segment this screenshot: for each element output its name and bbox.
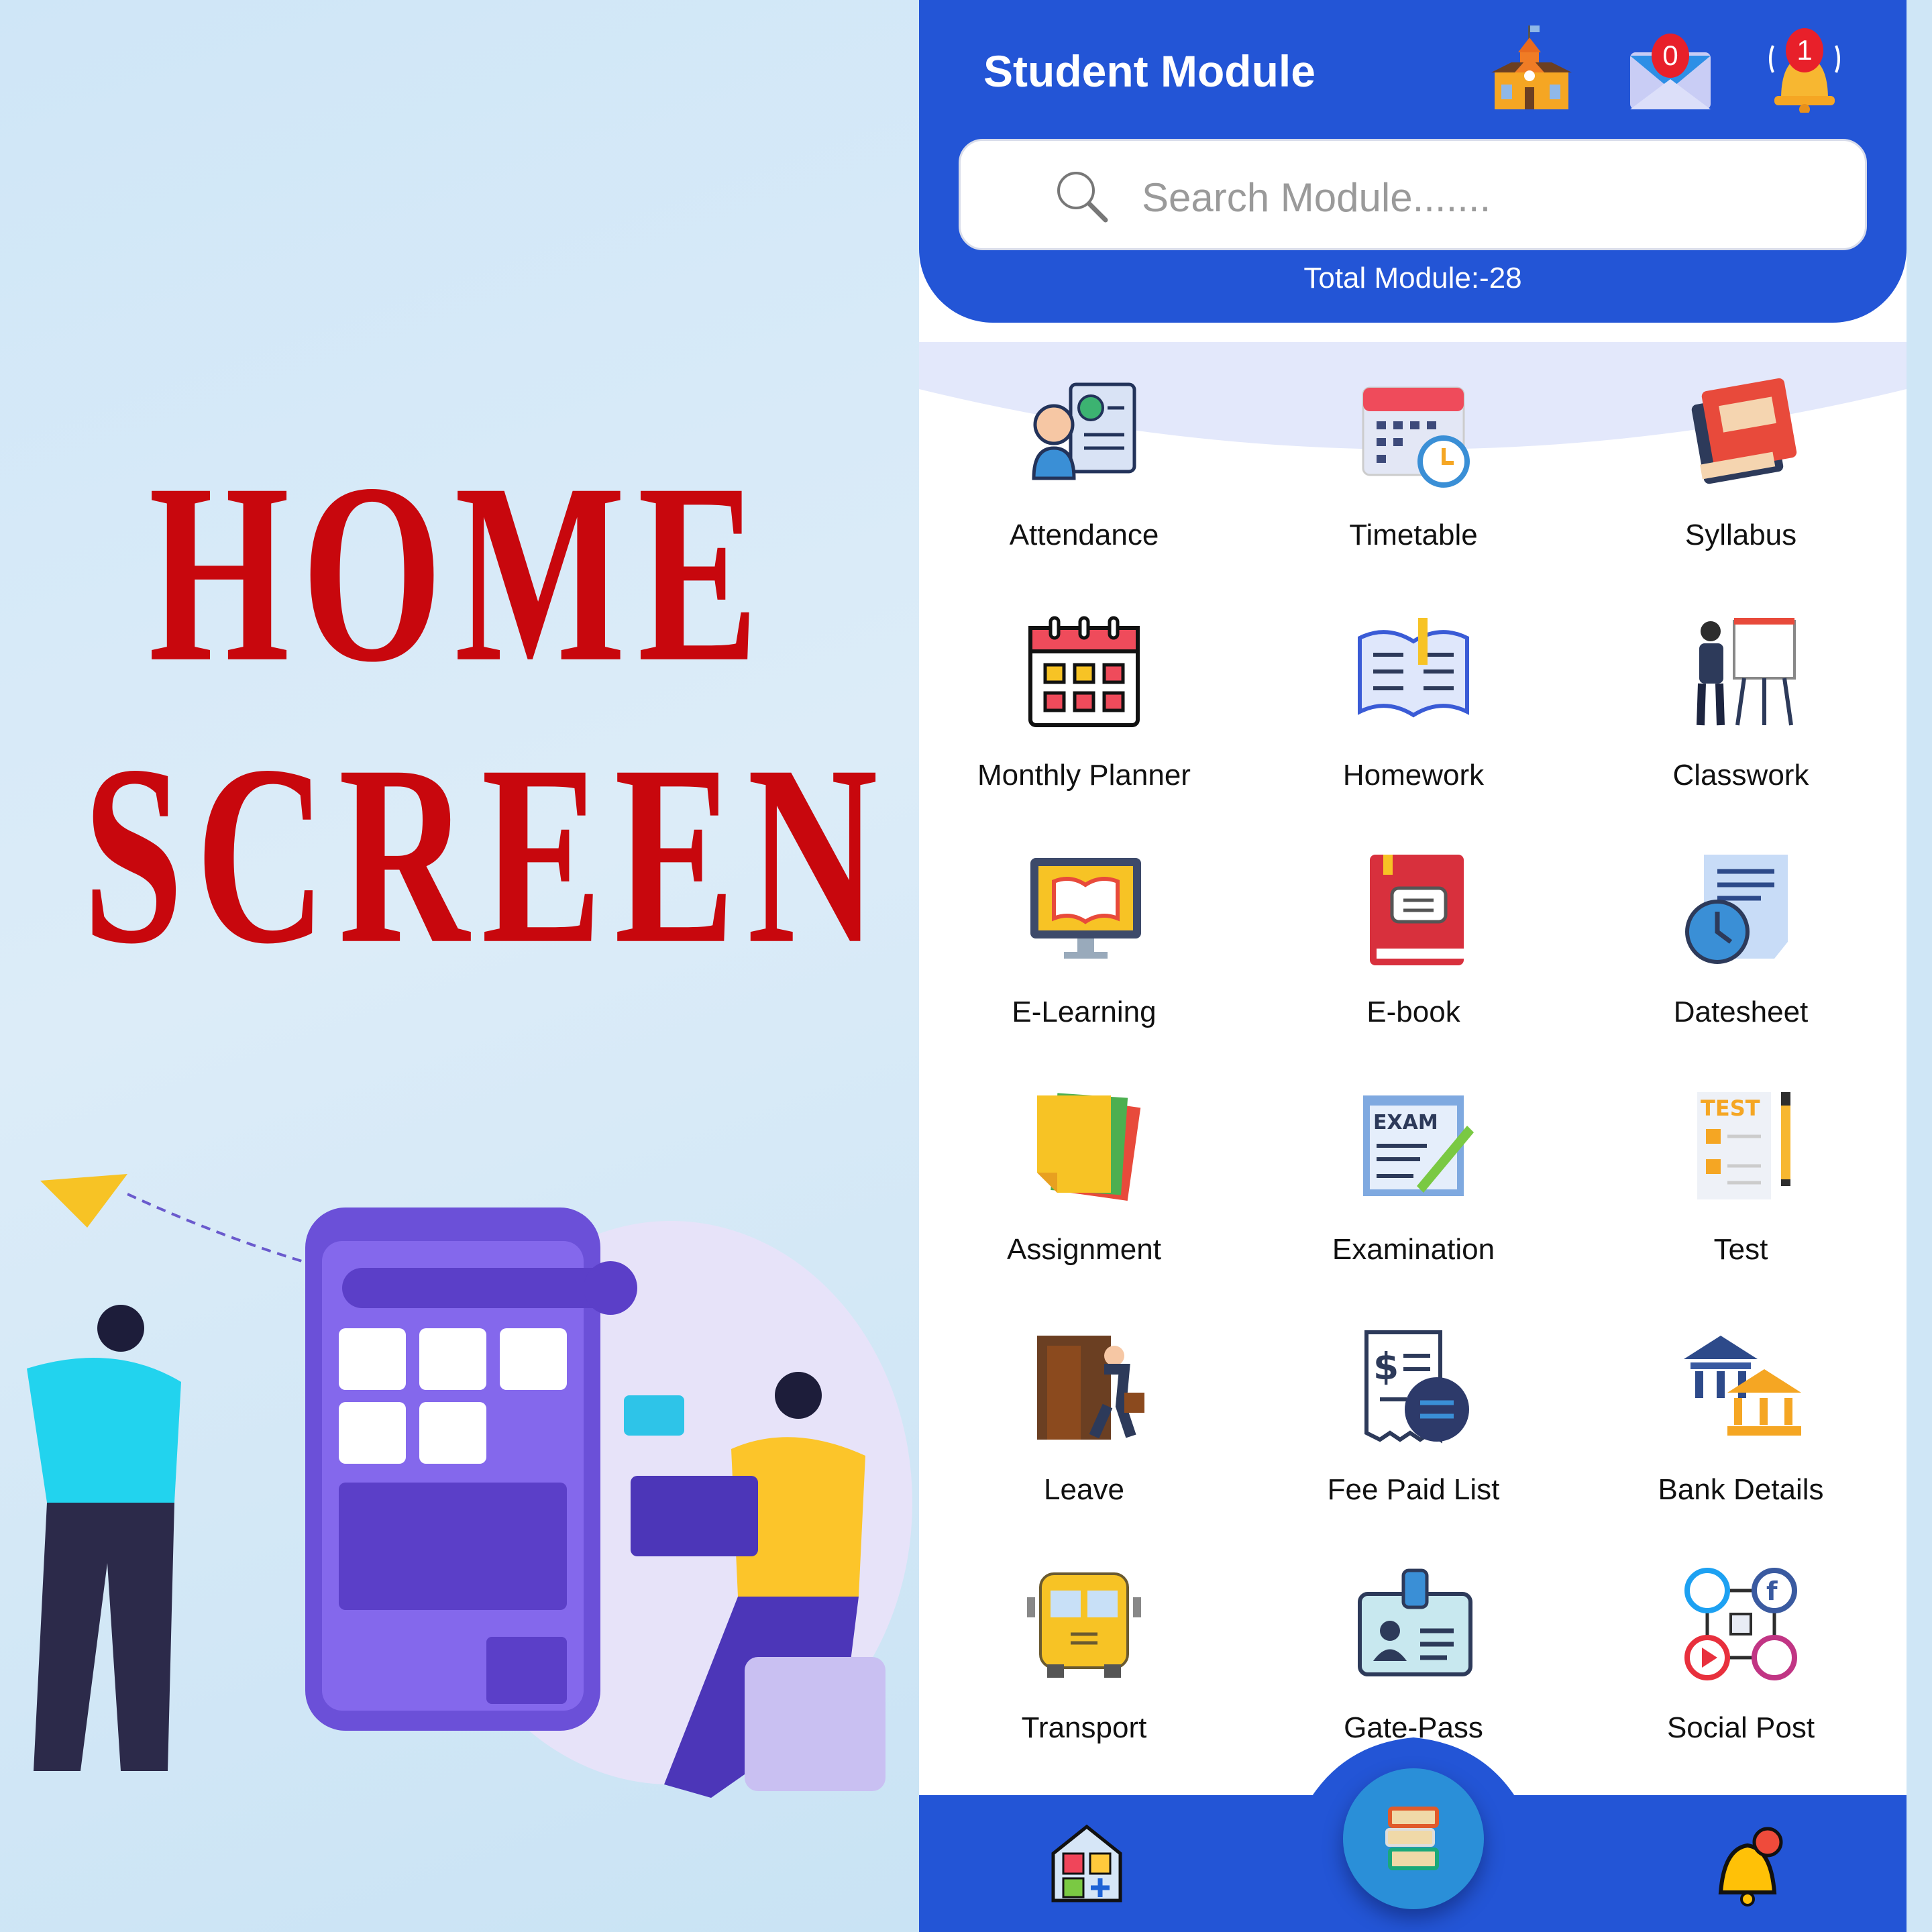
- module-timetable[interactable]: Timetable: [1252, 371, 1574, 552]
- mail-count-badge: 0: [1652, 34, 1689, 78]
- planner-icon: [1028, 616, 1140, 727]
- svg-text:f: f: [1766, 1576, 1778, 1606]
- assignment-icon: [1037, 1093, 1141, 1201]
- total-module-count: Total Module:-28: [1303, 262, 1522, 294]
- module-label: Test: [1713, 1233, 1768, 1266]
- app-screen: Student Module 0 1 Search Module....... …: [919, 0, 1907, 1932]
- module-label: Timetable: [1349, 519, 1478, 551]
- syllabus-icon: [1691, 378, 1797, 484]
- module-label: Syllabus: [1684, 519, 1797, 551]
- module-leave[interactable]: Leave: [923, 1326, 1245, 1507]
- svg-text:TEST: TEST: [1701, 1095, 1760, 1121]
- svg-text:EXAM: EXAM: [1373, 1111, 1438, 1134]
- notification-count-badge: 1: [1786, 28, 1823, 72]
- module-bank-details[interactable]: Bank Details: [1580, 1326, 1902, 1507]
- module-label: Fee Paid List: [1327, 1473, 1500, 1506]
- promo-title-home: HOME: [148, 431, 771, 716]
- elearning-icon: [1030, 858, 1141, 959]
- bus-icon: [1027, 1572, 1141, 1678]
- module-label: Classwork: [1672, 759, 1809, 792]
- timetable-icon: [1362, 386, 1470, 488]
- module-classwork[interactable]: Classwork: [1580, 611, 1902, 792]
- module-label: E-Learning: [1012, 996, 1157, 1028]
- books-fab-button[interactable]: [1343, 1768, 1484, 1909]
- promo-title-screen: SCREEN: [83, 712, 890, 998]
- id-card-icon: [1358, 1568, 1472, 1676]
- module-examination[interactable]: EXAM Examination: [1252, 1085, 1574, 1267]
- ebook-icon: [1370, 855, 1464, 965]
- module-label: E-book: [1366, 996, 1460, 1028]
- notification-bell-icon[interactable]: [1704, 1822, 1791, 1909]
- homework-icon: [1358, 618, 1469, 718]
- module-fee-paid-list[interactable]: $ Fee Paid List: [1252, 1326, 1574, 1507]
- module-attendance[interactable]: Attendance: [923, 371, 1245, 552]
- module-label: Bank Details: [1658, 1473, 1824, 1506]
- module-e-book[interactable]: E-book: [1252, 848, 1574, 1029]
- module-label: Monthly Planner: [977, 759, 1191, 792]
- test-icon: TEST: [1697, 1092, 1790, 1199]
- paper-plane-icon: [40, 1174, 127, 1228]
- module-label: Assignment: [1007, 1233, 1161, 1266]
- search-icon: [1057, 172, 1108, 223]
- module-monthly-planner[interactable]: Monthly Planner: [923, 611, 1245, 792]
- page-title: Student Module: [983, 46, 1316, 96]
- module-social-post[interactable]: f Social Post: [1580, 1564, 1902, 1745]
- home-dashboard-icon[interactable]: [1046, 1823, 1127, 1904]
- module-gate-pass[interactable]: Gate-Pass: [1252, 1564, 1574, 1745]
- module-e-learning[interactable]: E-Learning: [923, 848, 1245, 1029]
- module-syllabus[interactable]: Syllabus: [1580, 371, 1902, 552]
- module-test[interactable]: TEST Test: [1580, 1085, 1902, 1267]
- module-assignment[interactable]: Assignment: [923, 1085, 1245, 1267]
- module-datesheet[interactable]: Datesheet: [1580, 848, 1902, 1029]
- module-label: Attendance: [1009, 519, 1159, 551]
- module-label: Examination: [1332, 1233, 1495, 1266]
- leave-icon: [1037, 1336, 1144, 1440]
- svg-text:$: $: [1373, 1345, 1399, 1388]
- school-icon[interactable]: [1488, 25, 1575, 113]
- search-input[interactable]: Search Module.......: [959, 139, 1867, 250]
- module-label: Datesheet: [1673, 996, 1809, 1028]
- exam-icon: EXAM: [1363, 1095, 1474, 1196]
- fee-icon: $: [1364, 1330, 1469, 1444]
- illustration: [27, 1174, 912, 1798]
- background-edge: [1907, 0, 1932, 1932]
- classwork-icon: [1697, 618, 1796, 726]
- books-icon: [1385, 1807, 1439, 1870]
- bank-icon: [1684, 1336, 1801, 1436]
- module-homework[interactable]: Homework: [1252, 611, 1574, 792]
- module-label: Leave: [1044, 1473, 1124, 1506]
- search-placeholder: Search Module.......: [1142, 175, 1491, 220]
- module-label: Homework: [1342, 759, 1485, 792]
- module-transport[interactable]: Transport: [923, 1564, 1245, 1745]
- social-icon: f: [1684, 1568, 1797, 1680]
- datesheet-icon: [1685, 855, 1788, 964]
- app-header: Student Module 0 1 Search Module....... …: [919, 0, 1907, 323]
- attendance-icon: [1032, 382, 1136, 480]
